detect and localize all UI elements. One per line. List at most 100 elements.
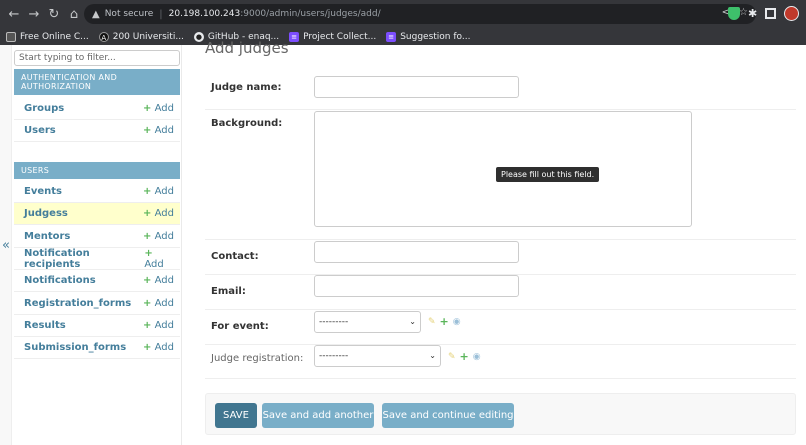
a-logo-icon: A — [98, 31, 109, 42]
extensions-puzzle-icon[interactable]: ✱ — [748, 7, 757, 20]
add-label: Add — [154, 320, 174, 331]
form-row-contact: Contact: — [205, 240, 796, 275]
judge-name-label: Judge name: — [211, 82, 282, 93]
extension-shield-icon[interactable] — [728, 7, 740, 20]
plus-icon: + — [143, 320, 152, 331]
model-link[interactable]: Groups — [24, 103, 64, 114]
add-label: Add — [154, 103, 174, 114]
chevron-down-icon: ⌄ — [429, 351, 436, 360]
security-label[interactable]: Not secure — [105, 9, 154, 19]
bookmark-label: Free Online C... — [20, 31, 89, 42]
bookmarks-bar: Free Online C... A 200 Universiti... ● G… — [0, 28, 806, 45]
model-link[interactable]: Mentors — [24, 231, 70, 242]
add-related-icon[interactable]: + — [440, 315, 449, 328]
github-icon: ● — [193, 31, 204, 42]
model-link[interactable]: Events — [24, 186, 62, 197]
sidebar-item-notification-recipients[interactable]: Notification recipients + Add — [14, 248, 180, 270]
sidebar-item-notifications[interactable]: Notifications + Add — [14, 270, 180, 292]
sidebar-item-judgess[interactable]: Judgess + Add — [14, 203, 180, 225]
add-link[interactable]: + Add — [143, 231, 174, 242]
add-label: Add — [154, 186, 174, 197]
model-link[interactable]: Submission_forms — [24, 342, 126, 353]
validation-tooltip: Please fill out this field. — [496, 167, 600, 182]
for-event-select[interactable]: --------- ⌄ — [314, 311, 421, 333]
bookmark-item[interactable]: ≡ Suggestion fo... — [386, 31, 471, 42]
profile-avatar[interactable] — [784, 6, 800, 21]
model-link[interactable]: Judgess — [24, 208, 68, 219]
page-title: Add judges — [205, 39, 289, 57]
email-input[interactable] — [314, 275, 519, 297]
submit-row: SAVE Save and add another Save and conti… — [205, 393, 796, 435]
collapse-chevron-icon[interactable]: « — [2, 238, 10, 253]
save-and-continue-button[interactable]: Save and continue editing — [382, 403, 514, 428]
form-row-judge-registration: Judge registration: --------- ⌄ ✎ + ◉ — [205, 345, 796, 379]
module-header-users[interactable]: USERS — [14, 162, 180, 179]
nav-sidebar: Start typing to filter... AUTHENTICATION… — [12, 45, 182, 445]
sidebar-item-events[interactable]: Events + Add — [14, 181, 180, 203]
model-link[interactable]: Notification recipients — [24, 248, 144, 270]
model-link[interactable]: Results — [24, 320, 66, 331]
url-separator: | — [159, 8, 163, 20]
warning-icon[interactable]: ▲ — [92, 9, 100, 20]
judge-name-input[interactable] — [314, 76, 519, 98]
reload-icon[interactable]: ↻ — [44, 7, 64, 22]
url-path[interactable]: :9000/admin/users/judges/add/ — [240, 9, 380, 19]
address-bar[interactable]: ▲ Not secure | 20.198.100.243 :9000/admi… — [84, 4, 756, 24]
sidebar-item-users[interactable]: Users + Add — [14, 120, 180, 142]
add-label: Add — [154, 275, 174, 286]
bookmark-item[interactable]: ≡ Project Collect... — [289, 31, 376, 42]
sidebar-item-submission-forms[interactable]: Submission_forms + Add — [14, 337, 180, 359]
home-icon[interactable]: ⌂ — [64, 7, 84, 22]
add-link[interactable]: + Add — [143, 208, 174, 219]
sidebar-item-mentors[interactable]: Mentors + Add — [14, 226, 180, 248]
add-link[interactable]: + Add — [143, 125, 174, 136]
plus-icon: + — [143, 125, 152, 136]
form-row-email: Email: — [205, 275, 796, 310]
sidebar-item-results[interactable]: Results + Add — [14, 315, 180, 337]
module-header-auth[interactable]: AUTHENTICATION AND AUTHORIZATION — [14, 69, 180, 95]
judge-registration-selected: --------- — [319, 351, 349, 361]
url-host[interactable]: 20.198.100.243 — [169, 9, 241, 19]
email-label: Email: — [211, 286, 246, 297]
form-row-judge-name: Judge name: — [205, 65, 796, 110]
sidebar-item-groups[interactable]: Groups + Add — [14, 98, 180, 120]
edit-related-icon[interactable]: ✎ — [448, 352, 456, 362]
add-label: Add — [154, 342, 174, 353]
side-panel-icon[interactable] — [765, 8, 777, 19]
add-link[interactable]: + Add — [144, 248, 174, 270]
back-arrow-icon[interactable]: ← — [4, 7, 24, 22]
for-event-label: For event: — [211, 321, 269, 332]
save-and-add-another-button[interactable]: Save and add another — [262, 403, 374, 428]
save-button[interactable]: SAVE — [215, 403, 257, 428]
contact-input[interactable] — [314, 241, 519, 263]
model-link[interactable]: Registration_forms — [24, 298, 131, 309]
contact-label: Contact: — [211, 251, 259, 262]
forward-arrow-icon[interactable]: → — [24, 7, 44, 22]
add-link[interactable]: + Add — [143, 103, 174, 114]
bookmark-label: 200 Universiti... — [112, 31, 184, 42]
bookmark-label: Suggestion fo... — [400, 31, 471, 42]
sidebar-item-registration-forms[interactable]: Registration_forms + Add — [14, 293, 180, 315]
sidebar-toggle[interactable]: « — [0, 45, 12, 445]
sidebar-filter-input[interactable]: Start typing to filter... — [14, 50, 180, 66]
bookmark-item[interactable]: Free Online C... — [6, 31, 89, 42]
add-link[interactable]: + Add — [143, 186, 174, 197]
view-related-icon[interactable]: ◉ — [453, 317, 461, 327]
model-link[interactable]: Users — [24, 125, 56, 136]
view-related-icon[interactable]: ◉ — [473, 352, 481, 362]
bookmark-item[interactable]: A 200 Universiti... — [98, 31, 184, 42]
add-label: Add — [154, 231, 174, 242]
add-link[interactable]: + Add — [143, 320, 174, 331]
add-link[interactable]: + Add — [143, 342, 174, 353]
plus-icon: + — [143, 208, 152, 219]
plus-icon: + — [143, 186, 152, 197]
list-icon: ≡ — [289, 31, 300, 42]
plus-icon: + — [143, 275, 152, 286]
edit-related-icon[interactable]: ✎ — [428, 317, 436, 327]
add-link[interactable]: + Add — [143, 275, 174, 286]
judge-registration-select[interactable]: --------- ⌄ — [314, 345, 441, 367]
calendar-icon — [6, 31, 16, 42]
add-link[interactable]: + Add — [143, 298, 174, 309]
model-link[interactable]: Notifications — [24, 275, 96, 286]
add-related-icon[interactable]: + — [460, 350, 469, 363]
